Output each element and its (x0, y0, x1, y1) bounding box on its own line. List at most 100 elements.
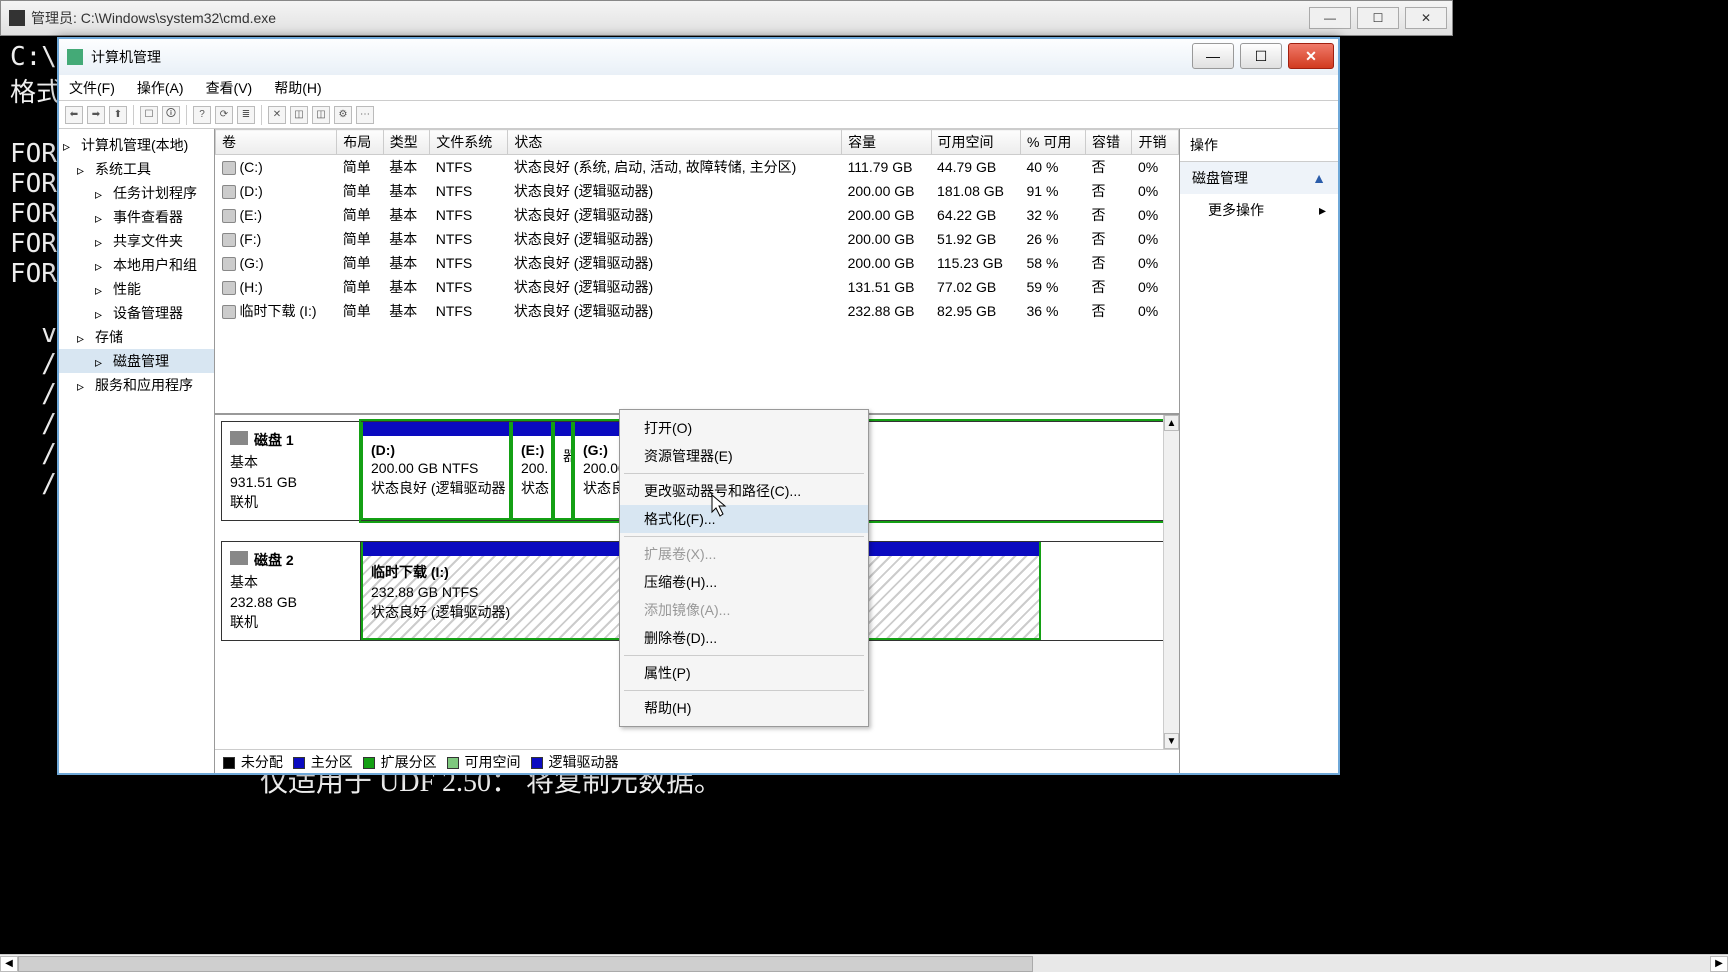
column-header[interactable]: 可用空间 (931, 130, 1020, 155)
ctx-item[interactable]: 属性(P) (620, 659, 868, 687)
volume-icon (222, 281, 236, 295)
tree-icon: ▹ (95, 306, 109, 320)
scroll-left-icon[interactable]: ◀ (0, 956, 18, 972)
tree-item[interactable]: ▹服务和应用程序 (59, 373, 214, 397)
ctx-item[interactable]: 更改驱动器号和路径(C)... (620, 477, 868, 505)
vscrollbar[interactable]: ▲ ▼ (1163, 415, 1179, 749)
volume-row[interactable]: (C:)简单基本NTFS状态良好 (系统, 启动, 活动, 故障转储, 主分区)… (216, 155, 1179, 180)
volume-row[interactable]: (F:)简单基本NTFS状态良好 (逻辑驱动器)200.00 GB51.92 G… (216, 227, 1179, 251)
mmc-close-button[interactable]: ✕ (1288, 43, 1334, 69)
volume-row[interactable]: (D:)简单基本NTFS状态良好 (逻辑驱动器)200.00 GB181.08 … (216, 179, 1179, 203)
tree-item[interactable]: ▹计算机管理(本地) (59, 133, 214, 157)
tree-item[interactable]: ▹性能 (59, 277, 214, 301)
column-header[interactable]: % 可用 (1021, 130, 1086, 155)
mmc-icon (67, 49, 83, 65)
tree-item[interactable]: ▹任务计划程序 (59, 181, 214, 205)
column-header[interactable]: 容错 (1086, 130, 1132, 155)
props-icon[interactable]: 🛈 (162, 106, 180, 124)
show-icon[interactable]: ☐ (140, 106, 158, 124)
partition[interactable]: (E:)200.状态 (511, 422, 553, 520)
scroll-thumb[interactable] (18, 956, 1033, 972)
layout1-icon[interactable]: ◫ (290, 106, 308, 124)
legend-item: 主分区 (293, 752, 353, 772)
tree-item[interactable]: ▹设备管理器 (59, 301, 214, 325)
mmc-titlebar[interactable]: 计算机管理 — ☐ ✕ (59, 39, 1338, 75)
tree-item[interactable]: ▹磁盘管理 (59, 349, 214, 373)
mmc-min-button[interactable]: — (1192, 43, 1234, 69)
ctx-item[interactable]: 压缩卷(H)... (620, 568, 868, 596)
scroll-right-icon[interactable]: ▶ (1710, 956, 1728, 972)
cmd-title: 管理员: C:\Windows\system32\cmd.exe (31, 8, 276, 28)
ctx-item[interactable]: 格式化(F)... (620, 505, 868, 533)
volume-list-panel: 卷布局类型文件系统状态容量可用空间% 可用容错开销 (C:)简单基本NTFS状态… (215, 129, 1179, 413)
tree-item[interactable]: ▹事件查看器 (59, 205, 214, 229)
volume-icon (222, 257, 236, 271)
cmd-titlebar[interactable]: 管理员: C:\Windows\system32\cmd.exe — ☐ ✕ (0, 0, 1453, 36)
volume-header-row[interactable]: 卷布局类型文件系统状态容量可用空间% 可用容错开销 (216, 130, 1179, 155)
cursor-icon (711, 494, 729, 518)
refresh-icon[interactable]: ⟳ (215, 106, 233, 124)
column-header[interactable]: 卷 (216, 130, 337, 155)
actions-section[interactable]: 磁盘管理 ▲ (1180, 162, 1338, 194)
mmc-max-button[interactable]: ☐ (1240, 43, 1282, 69)
ctx-item[interactable]: 资源管理器(E) (620, 442, 868, 470)
ctx-item[interactable]: 删除卷(D)... (620, 624, 868, 652)
disk-2-state: 联机 (230, 612, 352, 632)
tree-item[interactable]: ▹本地用户和组 (59, 253, 214, 277)
menu-item[interactable]: 查看(V) (202, 76, 257, 100)
cmd-max-button[interactable]: ☐ (1357, 7, 1399, 29)
forward-icon[interactable]: ➡ (87, 106, 105, 124)
column-header[interactable]: 类型 (383, 130, 429, 155)
cmd-icon (9, 10, 25, 26)
tree-item[interactable]: ▹共享文件夹 (59, 229, 214, 253)
collapse-icon: ▲ (1312, 170, 1326, 186)
up-icon[interactable]: ⬆ (109, 106, 127, 124)
volume-row[interactable]: (G:)简单基本NTFS状态良好 (逻辑驱动器)200.00 GB115.23 … (216, 251, 1179, 275)
legend: 未分配 主分区 扩展分区 可用空间 逻辑驱动器 (215, 749, 1179, 773)
menu-item[interactable]: 文件(F) (65, 76, 119, 100)
volume-row[interactable]: (E:)简单基本NTFS状态良好 (逻辑驱动器)200.00 GB64.22 G… (216, 203, 1179, 227)
scroll-up-icon[interactable]: ▲ (1164, 415, 1179, 431)
back-icon[interactable]: ⬅ (65, 106, 83, 124)
partition[interactable]: 器 (553, 422, 573, 520)
disk-1-type: 基本 (230, 452, 352, 472)
volume-table[interactable]: 卷布局类型文件系统状态容量可用空间% 可用容错开销 (C:)简单基本NTFS状态… (215, 129, 1179, 323)
legend-item: 未分配 (223, 752, 283, 772)
column-header[interactable]: 状态 (508, 130, 842, 155)
computer-mgmt-window: 计算机管理 — ☐ ✕ 文件(F)操作(A)查看(V)帮助(H) ⬅➡⬆☐🛈?⟳… (57, 37, 1340, 775)
settings-icon[interactable]: ⚙ (334, 106, 352, 124)
column-header[interactable]: 容量 (842, 130, 931, 155)
volume-icon (222, 209, 236, 223)
nav-tree[interactable]: ▹计算机管理(本地)▹系统工具▹任务计划程序▹事件查看器▹共享文件夹▹本地用户和… (59, 129, 215, 773)
tree-item[interactable]: ▹存储 (59, 325, 214, 349)
volume-row[interactable]: (H:)简单基本NTFS状态良好 (逻辑驱动器)131.51 GB77.02 G… (216, 275, 1179, 299)
actions-title: 操作 (1180, 129, 1338, 162)
actions-more[interactable]: 更多操作 ▸ (1180, 194, 1338, 226)
more-icon[interactable]: ⋯ (356, 106, 374, 124)
cmd-min-button[interactable]: — (1309, 7, 1351, 29)
list-icon[interactable]: ≣ (237, 106, 255, 124)
column-header[interactable]: 文件系统 (430, 130, 508, 155)
legend-item: 逻辑驱动器 (531, 752, 619, 772)
help-icon[interactable]: ? (193, 106, 211, 124)
disk-1-state: 联机 (230, 492, 352, 512)
menu-item[interactable]: 帮助(H) (270, 76, 325, 100)
ctx-item[interactable]: 打开(O) (620, 414, 868, 442)
layout2-icon[interactable]: ◫ (312, 106, 330, 124)
main-hscrollbar[interactable]: ◀ ▶ (0, 954, 1728, 972)
column-header[interactable]: 开销 (1132, 130, 1179, 155)
scroll-down-icon[interactable]: ▼ (1164, 733, 1179, 749)
menu-item[interactable]: 操作(A) (133, 76, 188, 100)
tree-icon: ▹ (77, 378, 91, 392)
context-menu[interactable]: 打开(O)资源管理器(E)更改驱动器号和路径(C)...格式化(F)...扩展卷… (619, 409, 869, 727)
tree-icon: ▹ (95, 210, 109, 224)
partition[interactable]: (D:)200.00 GB NTFS状态良好 (逻辑驱动器 (361, 422, 511, 520)
column-header[interactable]: 布局 (337, 130, 383, 155)
disk-1-label[interactable]: 磁盘 1 基本 931.51 GB 联机 (221, 421, 361, 521)
ctx-item[interactable]: 帮助(H) (620, 694, 868, 722)
cmd-close-button[interactable]: ✕ (1405, 7, 1447, 29)
disk-2-label[interactable]: 磁盘 2 基本 232.88 GB 联机 (221, 541, 361, 641)
volume-row[interactable]: 临时下载 (I:)简单基本NTFS状态良好 (逻辑驱动器)232.88 GB82… (216, 299, 1179, 323)
tree-item[interactable]: ▹系统工具 (59, 157, 214, 181)
x-icon[interactable]: ✕ (268, 106, 286, 124)
